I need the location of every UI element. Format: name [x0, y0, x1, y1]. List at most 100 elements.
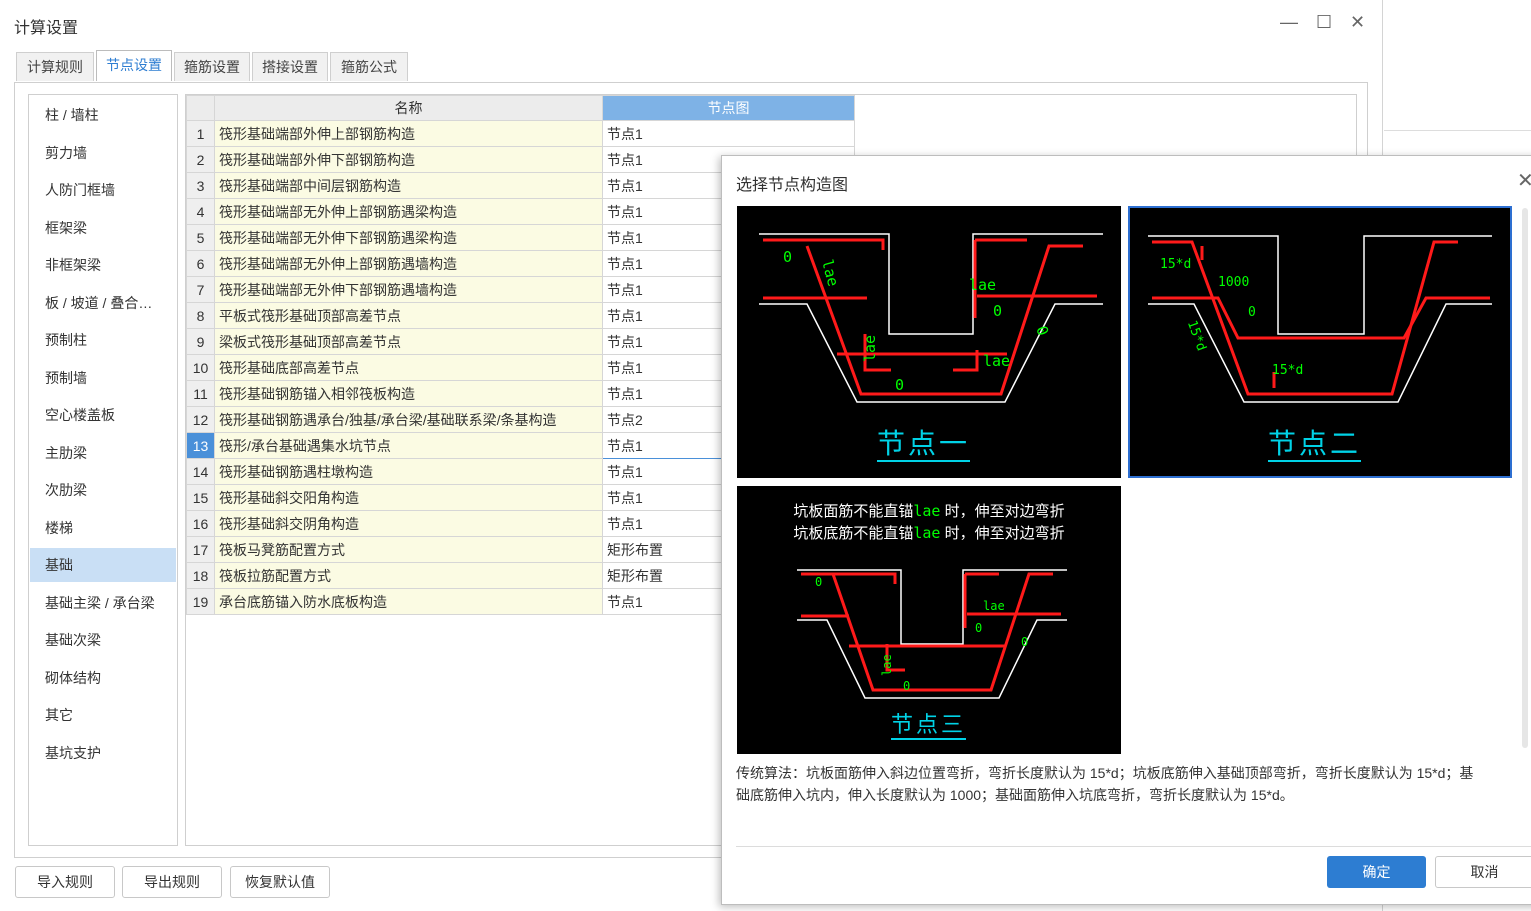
sidebar-item[interactable]: 次肋梁 [30, 473, 176, 507]
dim-label: 0 [1021, 635, 1028, 649]
row-number: 1 [186, 120, 215, 147]
row-name-cell[interactable]: 筏形基础端部无外伸下部钢筋遇梁构造 [214, 224, 603, 251]
dim-label: lae [983, 352, 1010, 370]
row-number: 15 [186, 484, 215, 511]
export-rules-button[interactable]: 导出规则 [122, 866, 222, 898]
dim-label: 0 [815, 575, 822, 589]
sidebar-item[interactable]: 基础 [30, 548, 176, 582]
row-name-cell[interactable]: 筏形基础斜交阴角构造 [214, 510, 603, 537]
row-number-header [186, 95, 215, 121]
sidebar-item[interactable]: 板 / 坡道 / 叠合… [30, 286, 176, 320]
import-rules-button[interactable]: 导入规则 [15, 866, 115, 898]
row-number: 17 [186, 536, 215, 563]
node-3-label: 节点三 [891, 712, 967, 740]
row-number: 4 [186, 198, 215, 225]
row-number: 19 [186, 588, 215, 615]
window-title: 计算设置 [14, 20, 79, 37]
row-name-cell[interactable]: 筏形基础端部无外伸上部钢筋遇梁构造 [214, 198, 603, 225]
row-number: 12 [186, 406, 215, 433]
sidebar-item[interactable]: 空心楼盖板 [30, 398, 176, 432]
row-name-cell[interactable]: 筏形基础底部高差节点 [214, 354, 603, 381]
tab-stirrup-settings[interactable]: 箍筋设置 [174, 52, 250, 81]
sidebar-item[interactable]: 砌体结构 [30, 661, 176, 695]
sidebar-item[interactable]: 基础主梁 / 承台梁 [30, 586, 176, 620]
row-node-cell[interactable]: 节点1 [602, 120, 855, 147]
row-name-cell[interactable]: 筏形基础端部无外伸下部钢筋遇墙构造 [214, 276, 603, 303]
dim-label: 15*d [1184, 319, 1209, 354]
tab-calc-rules[interactable]: 计算规则 [16, 52, 94, 81]
sidebar-item[interactable]: 主肋梁 [30, 436, 176, 470]
row-number: 13 [186, 432, 215, 459]
row-name-cell[interactable]: 筏板拉筋配置方式 [214, 562, 603, 589]
dim-label: lae [880, 654, 894, 676]
dialog-close-icon[interactable]: ✕ [1517, 168, 1531, 193]
node-diagram-3[interactable]: 坑板面筋不能直锚lae 时，伸至对边弯折 坑板底筋不能直锚lae 时，伸至对边弯… [737, 486, 1121, 754]
row-name-cell[interactable]: 筏形基础斜交阳角构造 [214, 484, 603, 511]
dim-label: 0 [1032, 324, 1052, 339]
close-icon[interactable]: ✕ [1350, 12, 1365, 33]
restore-defaults-button[interactable]: 恢复默认值 [230, 866, 330, 898]
dim-label: lae [969, 276, 996, 294]
tab-node-settings[interactable]: 节点设置 [96, 50, 172, 81]
dim-label: 0 [975, 621, 982, 635]
table-row[interactable]: 1 筏形基础端部外伸上部钢筋构造 节点1 [186, 120, 855, 147]
confirm-button[interactable]: 确定 [1327, 856, 1426, 888]
row-number: 14 [186, 458, 215, 485]
sidebar-item[interactable]: 预制墙 [30, 361, 176, 395]
dim-label: 0 [993, 302, 1002, 320]
cancel-button[interactable]: 取消 [1435, 856, 1531, 888]
sidebar-item[interactable]: 其它 [30, 698, 176, 732]
row-name-cell[interactable]: 承台底筋锚入防水底板构造 [214, 588, 603, 615]
row-name-cell[interactable]: 平板式筏形基础顶部高差节点 [214, 302, 603, 329]
sidebar-item[interactable]: 柱 / 墙柱 [30, 98, 176, 132]
node-diagram-2[interactable]: 15*d 1000 0 15*d 15*d 节点二 [1128, 206, 1512, 478]
sidebar-item[interactable]: 基础次梁 [30, 623, 176, 657]
row-name-cell[interactable]: 筏板马凳筋配置方式 [214, 536, 603, 563]
row-name-cell[interactable]: 筏形基础钢筋锚入相邻筏板构造 [214, 380, 603, 407]
minimize-icon[interactable]: — [1280, 12, 1298, 33]
node-diagram-1[interactable]: 0 lae lae 0 0 lae 0 lae 节点一 [737, 206, 1121, 478]
algorithm-description: 传统算法：坑板面筋伸入斜边位置弯折，弯折长度默认为 15*d；坑板底筋伸入基础顶… [736, 765, 1474, 803]
row-name-cell[interactable]: 筏形基础钢筋遇柱墩构造 [214, 458, 603, 485]
select-node-dialog: 选择节点构造图 ✕ 0 lae lae 0 0 lae 0 lae 节点一 15… [721, 155, 1531, 905]
dim-label: 0 [783, 248, 792, 266]
row-number: 9 [186, 328, 215, 355]
node-2-label: 节点二 [1268, 428, 1362, 462]
dialog-scrollbar[interactable] [1522, 208, 1528, 748]
sidebar-item[interactable]: 楼梯 [30, 511, 176, 545]
row-number: 6 [186, 250, 215, 277]
dim-label: lae [983, 599, 1005, 613]
sidebar-item[interactable]: 框架梁 [30, 211, 176, 245]
dim-label: 15*d [1160, 257, 1191, 272]
component-sidebar: 柱 / 墙柱 剪力墙 人防门框墙框架梁 非框架梁板 / 坡道 / 叠合… 预制柱预制墙空… [28, 94, 178, 846]
row-number: 2 [186, 146, 215, 173]
tab-stirrup-formula[interactable]: 箍筋公式 [330, 52, 408, 81]
row-name-cell[interactable]: 筏形基础端部外伸上部钢筋构造 [214, 120, 603, 147]
sidebar-item[interactable]: 剪力墙 [30, 136, 176, 170]
tab-lap-settings[interactable]: 搭接设置 [252, 52, 328, 81]
row-name-cell[interactable]: 筏形基础钢筋遇承台/独基/承台梁/基础联系梁/条基构造 [214, 406, 603, 433]
sidebar-item[interactable]: 人防门框墙 [30, 173, 176, 207]
name-column-header[interactable]: 名称 [214, 95, 603, 121]
dim-label: 1000 [1218, 275, 1249, 290]
row-name-cell[interactable]: 筏形/承台基础遇集水坑节点 [214, 432, 603, 459]
dim-label: 15*d [1272, 363, 1303, 378]
row-number: 8 [186, 302, 215, 329]
row-name-cell[interactable]: 筏形基础端部中间层钢筋构造 [214, 172, 603, 199]
sidebar-item[interactable]: 基坑支护 [30, 736, 176, 770]
sidebar-item[interactable]: 非框架梁 [30, 248, 176, 282]
row-name-cell[interactable]: 筏形基础端部外伸下部钢筋构造 [214, 146, 603, 173]
row-number: 7 [186, 276, 215, 303]
row-number: 3 [186, 172, 215, 199]
maximize-icon[interactable]: ☐ [1316, 12, 1332, 33]
dim-label: lae [861, 335, 879, 362]
dialog-divider [736, 846, 1531, 847]
sidebar-item[interactable]: 预制柱 [30, 323, 176, 357]
background-window [1384, 0, 1531, 131]
row-number: 10 [186, 354, 215, 381]
row-name-cell[interactable]: 梁板式筏形基础顶部高差节点 [214, 328, 603, 355]
node-column-header[interactable]: 节点图 [602, 95, 855, 121]
dim-label: 0 [903, 679, 910, 693]
dim-label: 0 [1248, 305, 1256, 320]
row-name-cell[interactable]: 筏形基础端部无外伸上部钢筋遇墙构造 [214, 250, 603, 277]
